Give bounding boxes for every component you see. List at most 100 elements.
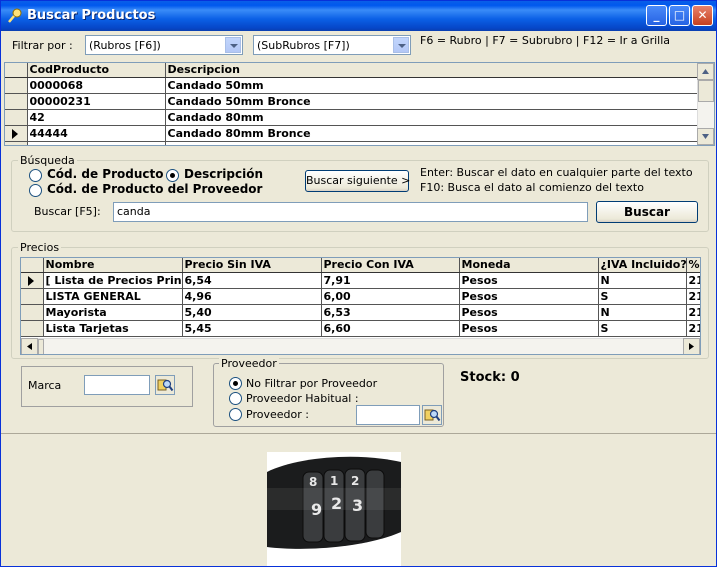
table-cell[interactable]: 44444 [27, 125, 166, 142]
row-indicator[interactable] [5, 141, 28, 145]
current-row-pointer-icon [12, 128, 18, 139]
maximize-button[interactable]: □ [669, 5, 690, 26]
radio-supplier-label[interactable]: Proveedor : [246, 408, 309, 421]
combination-lock-photo: 8 1 2 9 2 3 [267, 452, 401, 566]
radio-habitual-supplier[interactable] [229, 392, 242, 405]
chevron-down-icon[interactable] [393, 37, 409, 53]
scroll-right-button[interactable] [683, 338, 700, 354]
table-cell[interactable]: 00000231 [27, 93, 166, 110]
table-cell[interactable]: 5,45 [182, 320, 322, 337]
column-header-precio-sin-iva[interactable]: Precio Sin IVA [182, 258, 322, 273]
table-cell[interactable]: Pesos [459, 304, 599, 321]
table-cell[interactable]: 21 [686, 320, 700, 337]
table-cell[interactable]: S [598, 320, 687, 337]
radio-description-label[interactable]: Descripción [184, 167, 263, 181]
table-cell[interactable]: [ Lista de Precios Princi [43, 272, 183, 289]
table-row[interactable]: 44444 Candado 80mm Bronce [5, 125, 698, 142]
row-indicator[interactable] [21, 304, 44, 321]
table-cell[interactable]: S [598, 288, 687, 305]
table-cell[interactable]: Pesos [459, 288, 599, 305]
table-cell[interactable]: 6,60 [321, 320, 460, 337]
table-cell[interactable]: 42 [27, 109, 166, 126]
search-button[interactable]: Buscar [596, 201, 698, 223]
radio-supplier-code-label[interactable]: Cód. de Producto del Proveedor [47, 182, 262, 196]
table-cell[interactable]: 6,54 [182, 272, 322, 289]
supplier-search-button[interactable] [422, 405, 442, 425]
table-cell[interactable]: Pesos [459, 272, 599, 289]
table-cell[interactable]: 7,91 [321, 272, 460, 289]
products-vertical-scrollbar[interactable] [697, 63, 714, 145]
table-cell[interactable]: 6,53 [321, 304, 460, 321]
subrubro-combo[interactable]: (SubRubros [F7]) [253, 35, 411, 55]
radio-code-label[interactable]: Cód. de Producto [47, 167, 163, 181]
table-cell[interactable]: Mayorista [43, 304, 183, 321]
scroll-thumb[interactable] [698, 80, 714, 102]
table-row[interactable]: 42 Candado 80mm [5, 109, 698, 126]
table-cell[interactable]: N [598, 272, 687, 289]
table-cell[interactable]: Candado 80mm [165, 109, 698, 126]
column-header-nombre[interactable]: Nombre [43, 258, 183, 273]
products-grid[interactable]: CodProducto Descripcion 0000068 Candado … [4, 62, 715, 146]
search-next-button[interactable]: Buscar siguiente > [305, 170, 410, 192]
minimize-button[interactable]: _ [646, 5, 667, 26]
row-indicator[interactable] [5, 93, 28, 110]
prices-horizontal-scrollbar[interactable] [21, 338, 700, 354]
table-cell[interactable]: Lista Tarjetas [43, 320, 183, 337]
table-cell[interactable]: Candado 80mm Bronce [165, 125, 698, 142]
table-cell[interactable]: Candado 50mm [165, 77, 698, 94]
brand-input[interactable] [84, 375, 150, 395]
table-cell[interactable]: 21 [686, 272, 700, 289]
column-header-moneda[interactable]: Moneda [459, 258, 599, 273]
radio-no-filter-supplier-label[interactable]: No Filtrar por Proveedor [246, 377, 377, 390]
column-header-iva-incluido[interactable]: ¿IVA Incluido? [598, 258, 687, 273]
table-cell[interactable]: 6,00 [321, 288, 460, 305]
row-indicator[interactable] [5, 77, 28, 94]
column-header-precio-con-iva[interactable]: Precio Con IVA [321, 258, 460, 273]
radio-no-filter-supplier[interactable] [229, 377, 242, 390]
row-indicator[interactable] [21, 320, 44, 337]
column-header-codproducto[interactable]: CodProducto [27, 63, 166, 78]
scroll-left-button[interactable] [21, 338, 38, 354]
radio-habitual-supplier-label[interactable]: Proveedor Habitual : [246, 392, 359, 405]
table-row[interactable]: LISTA GENERAL 4,96 6,00 Pesos S 21 [21, 288, 700, 305]
prices-grid[interactable]: Nombre Precio Sin IVA Precio Con IVA Mon… [20, 257, 701, 355]
table-row[interactable]: Lista Tarjetas 5,45 6,60 Pesos S 21 [21, 320, 700, 337]
column-header-percent[interactable]: % [686, 258, 700, 273]
radio-description[interactable] [166, 169, 179, 182]
row-indicator[interactable] [21, 272, 44, 289]
radio-supplier[interactable] [229, 408, 242, 421]
table-cell[interactable]: LISTA GENERAL [43, 288, 183, 305]
table-cell[interactable]: Candado 50mm Bronce [165, 93, 698, 110]
table-cell[interactable]: 21 [686, 304, 700, 321]
supplier-input[interactable] [356, 405, 420, 425]
search-input[interactable]: canda [113, 202, 588, 222]
table-cell[interactable]: Pesos [459, 320, 599, 337]
rubro-combo[interactable]: (Rubros [F6]) [85, 35, 243, 55]
scroll-down-button[interactable] [697, 128, 714, 145]
scroll-thumb[interactable] [38, 339, 44, 354]
table-cell[interactable] [27, 141, 166, 145]
row-indicator[interactable] [5, 125, 28, 142]
column-header-descripcion[interactable]: Descripcion [165, 63, 698, 78]
table-row[interactable]: Mayorista 5,40 6,53 Pesos N 21 [21, 304, 700, 321]
window-title: Buscar Productos [27, 8, 156, 23]
radio-code[interactable] [29, 169, 42, 182]
table-row[interactable]: 0000068 Candado 50mm [5, 77, 698, 94]
table-row[interactable] [5, 141, 698, 145]
table-row[interactable]: [ Lista de Precios Princi 6,54 7,91 Peso… [21, 272, 700, 289]
table-cell[interactable]: N [598, 304, 687, 321]
table-cell[interactable]: 0000068 [27, 77, 166, 94]
table-cell[interactable]: 4,96 [182, 288, 322, 305]
table-cell[interactable] [165, 141, 698, 145]
table-cell[interactable]: 21 [686, 288, 700, 305]
radio-supplier-code[interactable] [29, 184, 42, 197]
title-bar[interactable]: Buscar Productos _ □ ✕ [1, 1, 716, 31]
brand-search-button[interactable] [155, 375, 175, 395]
row-indicator[interactable] [5, 109, 28, 126]
table-row[interactable]: 00000231 Candado 50mm Bronce [5, 93, 698, 110]
chevron-down-icon[interactable] [225, 37, 241, 53]
row-indicator[interactable] [21, 288, 44, 305]
close-button[interactable]: ✕ [692, 5, 713, 26]
table-cell[interactable]: 5,40 [182, 304, 322, 321]
scroll-up-button[interactable] [697, 63, 714, 80]
